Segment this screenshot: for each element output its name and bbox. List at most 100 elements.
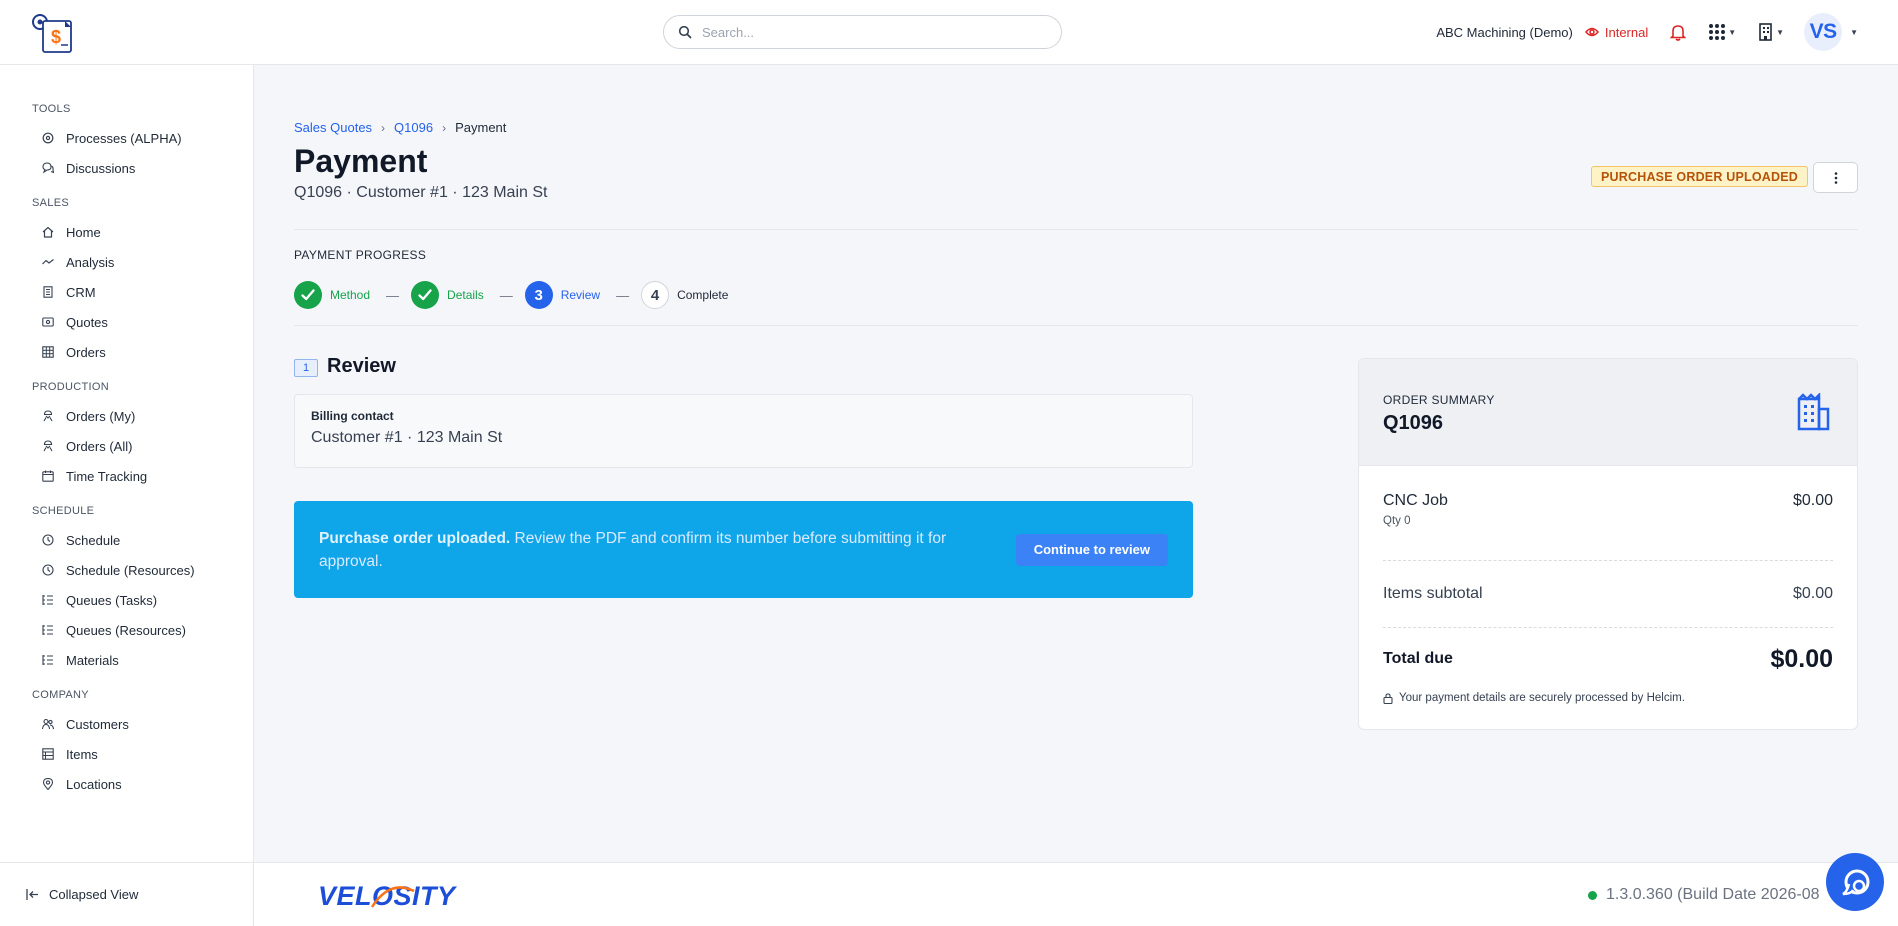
sidebar-section-sales: SALES Home Analysis CRM Quotes Orders [0, 197, 253, 367]
search-icon [678, 25, 692, 39]
avatar: VS [1804, 13, 1843, 51]
order-summary-header: ORDER SUMMARY Q1096 [1359, 359, 1857, 466]
alert-message: Purchase order uploaded. Review the PDF … [319, 527, 999, 573]
sidebar-item-orders[interactable]: Orders [0, 337, 253, 367]
lock-icon [1383, 692, 1393, 704]
sidebar-item-analysis[interactable]: Analysis [0, 247, 253, 277]
queue-icon [42, 625, 53, 635]
status-badge: PURCHASE ORDER UPLOADED [1591, 166, 1808, 187]
customers-icon [42, 718, 54, 730]
more-actions-button[interactable] [1813, 162, 1858, 193]
breadcrumb-link-sales-quotes[interactable]: Sales Quotes [294, 120, 372, 135]
sidebar-item-customers[interactable]: Customers [0, 709, 253, 739]
status-dot-icon [1588, 890, 1597, 900]
section-number-badge: 1 [294, 359, 318, 377]
total-label: Total due [1383, 650, 1453, 667]
user-menu-button[interactable]: VS ▼ [1804, 13, 1858, 51]
apps-menu-button[interactable]: ▼ [1708, 23, 1736, 41]
internal-mode-toggle[interactable]: Internal [1584, 24, 1649, 40]
progress-heading: PAYMENT PROGRESS [294, 248, 427, 262]
sidebar-item-crm[interactable]: CRM [0, 277, 253, 307]
version-info: 1.3.0.360 (Build Date 2026-08 [1588, 863, 1819, 926]
step-complete[interactable]: 4 Complete [641, 281, 728, 309]
help-chat-button[interactable] [1826, 853, 1884, 911]
sidebar-item-discussions[interactable]: Discussions [0, 153, 253, 183]
step-connector: — [499, 287, 513, 303]
sidebar-item-home[interactable]: Home [0, 217, 253, 247]
sidebar-item-label: Analysis [66, 254, 115, 270]
chevron-right-icon: › [442, 120, 447, 135]
total-row: Total due $0.00 [1383, 628, 1833, 690]
sidebar-item-label: Locations [66, 776, 122, 792]
crm-icon [43, 286, 53, 298]
notifications-button[interactable] [1670, 23, 1687, 41]
breadcrumb-link-quote[interactable]: Q1096 [394, 120, 433, 135]
sidebar-item-orders-all[interactable]: Orders (All) [0, 431, 253, 461]
sidebar-section-production: PRODUCTION Orders (My) Orders (All) Time… [0, 381, 253, 491]
continue-to-review-button[interactable]: Continue to review [1015, 533, 1168, 566]
company-switcher-button[interactable]: ▼ [1758, 23, 1784, 41]
step-label: Review [560, 288, 601, 302]
subtotal-value: $0.00 [1792, 585, 1833, 602]
sidebar-item-label: Processes (ALPHA) [66, 130, 182, 146]
step-number: 4 [641, 281, 670, 309]
line-item-price: $0.00 [1792, 492, 1833, 509]
search-bar[interactable] [663, 15, 1062, 49]
brand-text: VELOSITY [318, 881, 458, 911]
sidebar-section-schedule: SCHEDULE Schedule Schedule (Resources) Q… [0, 505, 253, 675]
top-bar: $ ABC Machining (Demo) Internal ▼ ▼ [0, 0, 1898, 65]
discussions-icon [42, 162, 54, 174]
sidebar-item-label: Items [66, 746, 98, 762]
sidebar-heading: SALES [32, 197, 69, 209]
app-logo-icon[interactable]: $ [30, 12, 76, 54]
clock-icon [42, 564, 54, 576]
order-summary-card: ORDER SUMMARY Q1096 CNC Job Qty 0 $0.00 [1358, 358, 1858, 730]
analysis-icon [42, 259, 54, 265]
step-review[interactable]: 3 Review [524, 281, 601, 309]
collapse-left-icon [26, 889, 38, 900]
step-connector: — [386, 287, 400, 303]
sidebar-item-label: Discussions [66, 160, 136, 176]
order-summary-body: CNC Job Qty 0 $0.00 Items subtotal $0.00… [1359, 466, 1857, 704]
sidebar-item-processes[interactable]: Processes (ALPHA) [0, 123, 253, 153]
step-method[interactable]: Method [294, 281, 370, 309]
purchase-order-alert: Purchase order uploaded. Review the PDF … [294, 501, 1193, 598]
company-name[interactable]: ABC Machining (Demo) [1436, 25, 1573, 40]
sidebar-item-label: CRM [66, 284, 96, 300]
secure-note-text: Your payment details are securely proces… [1399, 692, 1685, 704]
sidebar-item-time-tracking[interactable]: Time Tracking [0, 461, 253, 491]
sidebar-heading: PRODUCTION [32, 381, 109, 393]
sidebar-section-tools: TOOLS Processes (ALPHA) Discussions [0, 103, 253, 183]
chevron-down-icon: ▼ [1850, 27, 1858, 37]
sidebar-item-orders-my[interactable]: Orders (My) [0, 401, 253, 431]
sidebar-item-quotes[interactable]: Quotes [0, 307, 253, 337]
sidebar-item-label: Customers [66, 716, 129, 732]
sidebar-item-queues-tasks[interactable]: Queues (Tasks) [0, 585, 253, 615]
internal-mode-label: Internal [1604, 24, 1649, 40]
step-details[interactable]: Details [411, 281, 484, 309]
billing-contact-value: Customer #1 · 123 Main St [311, 429, 503, 446]
processes-icon [42, 132, 54, 144]
sidebar-item-items[interactable]: Items [0, 739, 253, 769]
help-chat-icon [1842, 869, 1870, 896]
step-label: Complete [677, 288, 729, 302]
sidebar-item-queues-resources[interactable]: Queues (Resources) [0, 615, 253, 645]
more-vertical-icon [1834, 171, 1837, 184]
chevron-down-icon: ▼ [1776, 27, 1785, 37]
billing-contact-label: Billing contact [311, 409, 394, 423]
line-item: CNC Job Qty 0 $0.00 [1383, 466, 1833, 527]
collapse-sidebar-button[interactable]: Collapsed View [0, 862, 254, 926]
sidebar-item-schedule[interactable]: Schedule [0, 525, 253, 555]
location-icon [42, 778, 54, 790]
page-subtitle: Q1096 · Customer #1 · 123 Main St [294, 184, 548, 201]
sidebar-item-materials[interactable]: Materials [0, 645, 253, 675]
orders-icon [42, 346, 54, 358]
payment-stepper: Method — Details — 3 Review — 4 Complete [294, 281, 728, 309]
sidebar-item-locations[interactable]: Locations [0, 769, 253, 799]
sidebar-item-schedule-resources[interactable]: Schedule (Resources) [0, 555, 253, 585]
sidebar-item-label: Orders (My) [66, 408, 136, 424]
search-input[interactable] [702, 24, 1042, 40]
sidebar-item-label: Orders [66, 344, 106, 360]
step-number: 3 [524, 281, 553, 309]
calendar-icon [42, 470, 54, 482]
